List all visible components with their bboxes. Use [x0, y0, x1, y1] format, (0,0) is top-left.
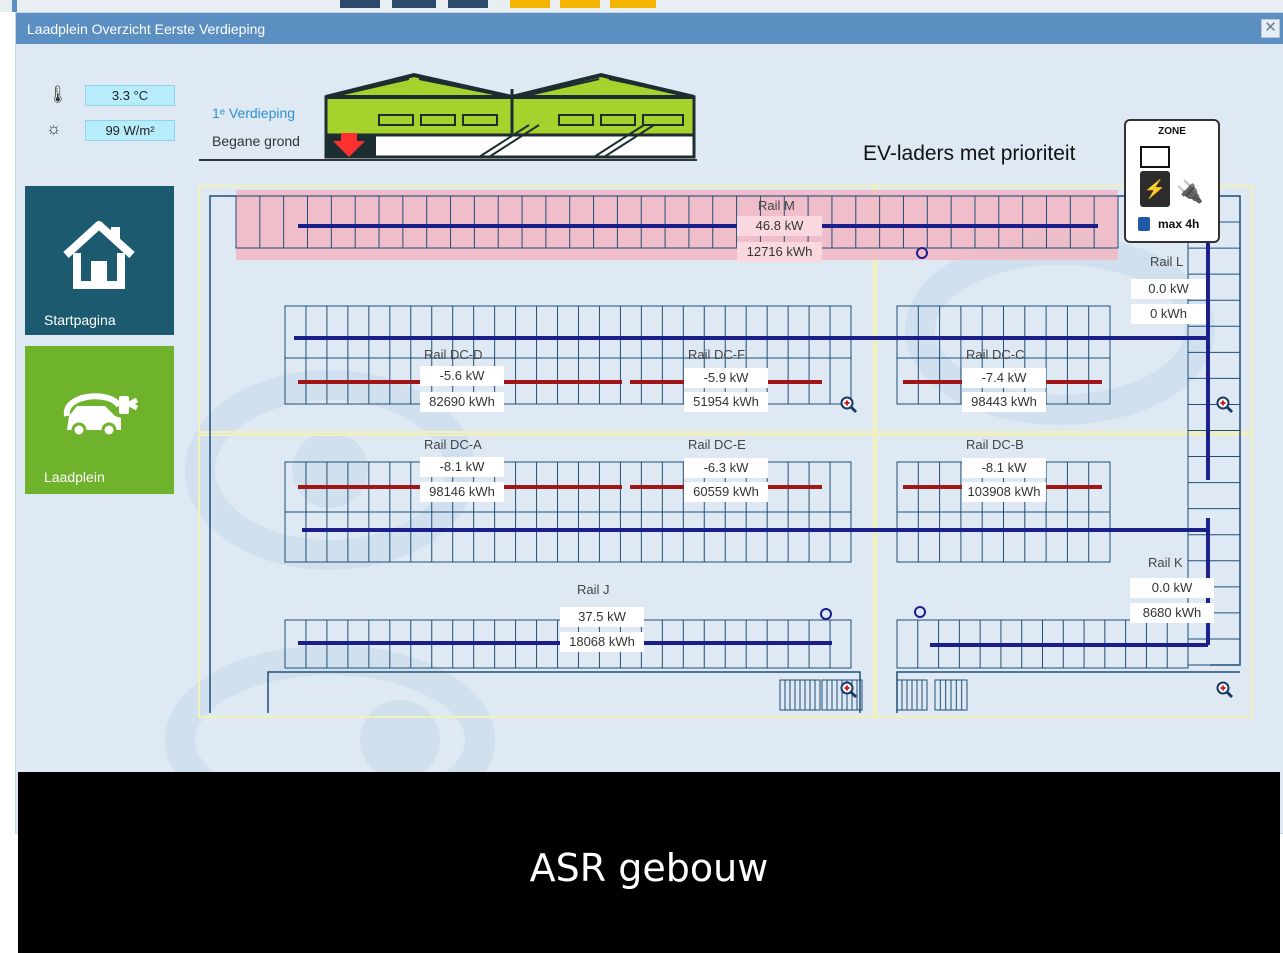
rail-energy-value: 0 kWh: [1131, 304, 1206, 324]
zoom-in-icon[interactable]: [840, 681, 858, 699]
rail-name: Rail M: [758, 198, 795, 213]
charger-marker: [914, 606, 926, 618]
caption-text: ASR gebouw: [529, 846, 769, 890]
priority-legend-title: EV-laders met prioriteit: [863, 142, 1076, 165]
eye-watermark: [165, 235, 1215, 835]
charging-plug-icon: ⚡: [1140, 171, 1170, 207]
rail-name: Rail K: [1148, 555, 1183, 570]
rail-power-value: -5.9 kW: [684, 368, 768, 388]
rail-name: Rail DC-D: [424, 347, 483, 362]
rail-energy-value: 98146 kWh: [420, 482, 504, 502]
rail-power-value: -8.1 kW: [420, 457, 504, 477]
rail-power-value: -7.4 kW: [962, 368, 1046, 388]
priority-zone-sign: ZONE ⚡ 🔌 max 4h: [1124, 119, 1220, 243]
rail-energy-value: 82690 kWh: [420, 392, 504, 412]
rail-power-value: 0.0 kW: [1130, 578, 1214, 598]
rail-energy-value: 103908 kWh: [962, 482, 1046, 502]
rail-name: Rail DC-A: [424, 437, 482, 452]
rail-name: Rail DC-B: [966, 437, 1024, 452]
rail-power-value: -8.1 kW: [962, 458, 1046, 478]
rail-name: Rail L: [1150, 254, 1184, 269]
rail-name: Rail DC-C: [966, 347, 1025, 362]
plug-icon: 🔌: [1176, 179, 1204, 204]
rail-name: Rail DC-F: [688, 347, 746, 362]
rail-power-value: 37.5 kW: [560, 607, 644, 627]
rail-power-value: -5.6 kW: [420, 366, 504, 386]
rail-power-value: 46.8 kW: [737, 216, 822, 236]
zoom-in-icon[interactable]: [1216, 396, 1234, 414]
rail-energy-value: 12716 kWh: [737, 242, 822, 262]
wall-outline: [896, 671, 1240, 713]
rail-name: Rail DC-E: [688, 437, 746, 452]
charging-station-icon: [1138, 217, 1150, 231]
rail-name: Rail J: [577, 582, 610, 597]
rail-energy-value: 60559 kWh: [684, 482, 768, 502]
zone-box: [1140, 146, 1170, 168]
rail-power-value: 0.0 kW: [1131, 279, 1206, 299]
zone-label: ZONE: [1158, 126, 1186, 137]
parking-row: [284, 305, 852, 359]
rail-energy-value: 18068 kWh: [560, 632, 644, 652]
zone-lower-right: [875, 434, 1253, 718]
rail-power-value: -6.3 kW: [684, 458, 768, 478]
rail-energy-value: 8680 kWh: [1130, 603, 1214, 623]
rail-energy-value: 98443 kWh: [962, 392, 1046, 412]
caption-bar: ASR gebouw: [18, 772, 1280, 953]
parking-spots: [235, 195, 1241, 713]
charger-marker: [820, 608, 832, 620]
wall-outline: [267, 671, 861, 713]
max-duration-label: max 4h: [1158, 217, 1200, 231]
zoom-in-icon[interactable]: [840, 396, 858, 414]
zoom-in-icon[interactable]: [1216, 681, 1234, 699]
rail-energy-value: 51954 kWh: [684, 392, 768, 412]
